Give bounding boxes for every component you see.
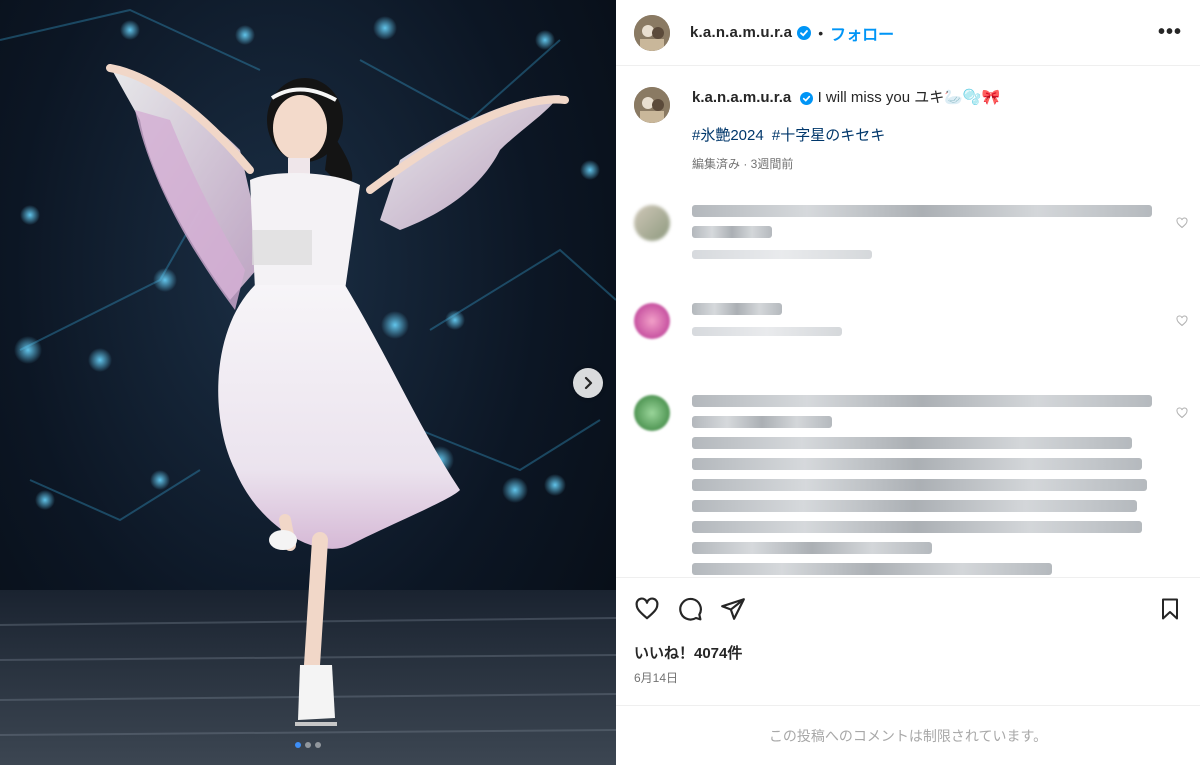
comment-avatar[interactable] bbox=[634, 303, 670, 339]
blurred-meta bbox=[692, 327, 842, 336]
blurred-text bbox=[692, 226, 772, 238]
post-panel: k.a.n.a.m.u.r.a • フォロー ••• k.a.n.a.m.u.r… bbox=[616, 0, 1200, 765]
chevron-right-icon bbox=[584, 376, 593, 390]
comment-avatar[interactable] bbox=[634, 395, 670, 431]
likes-count[interactable]: いいね！4074件 bbox=[634, 642, 1182, 663]
separator: • bbox=[818, 24, 824, 41]
caption-username[interactable]: k.a.n.a.m.u.r.a bbox=[692, 89, 791, 106]
hashtags: #氷艶2024 #十字星のキセキ bbox=[692, 125, 1182, 147]
more-options-icon[interactable]: ••• bbox=[1158, 21, 1182, 44]
caption-meta: 編集済み · 3週間前 bbox=[692, 157, 794, 171]
comment-icon[interactable] bbox=[677, 596, 703, 622]
comments-restricted-notice: この投稿へのコメントは制限されています。 bbox=[616, 705, 1200, 765]
blurred-text bbox=[692, 458, 1142, 470]
carousel-indicator bbox=[0, 742, 616, 748]
hashtag-link[interactable]: #氷艶2024 bbox=[692, 127, 764, 144]
comment-item bbox=[616, 303, 1200, 389]
carousel-dot-active bbox=[295, 742, 301, 748]
hashtag-link[interactable]: #十字星のキセキ bbox=[772, 127, 885, 144]
post-date[interactable]: 6月14日 bbox=[634, 669, 1182, 686]
blurred-text bbox=[692, 500, 1137, 512]
blurred-text bbox=[692, 479, 1147, 491]
share-icon[interactable] bbox=[720, 596, 746, 622]
comments-section[interactable]: k.a.n.a.m.u.r.a I will miss you ユキ🦢🫧🎀 #氷… bbox=[616, 67, 1200, 577]
heart-icon[interactable] bbox=[1176, 315, 1188, 327]
heart-icon[interactable] bbox=[1176, 407, 1188, 419]
caption-text: I will miss you ユキ🦢🫧🎀 bbox=[817, 89, 1001, 106]
post-header: k.a.n.a.m.u.r.a • フォロー ••• bbox=[616, 0, 1200, 66]
blurred-text bbox=[692, 563, 1052, 575]
next-image-button[interactable] bbox=[573, 368, 603, 398]
post-photo bbox=[0, 8, 616, 765]
blurred-text bbox=[692, 521, 1142, 533]
blurred-text bbox=[692, 416, 832, 428]
comment-item bbox=[616, 205, 1200, 297]
comment-item bbox=[616, 395, 1200, 577]
blurred-text bbox=[692, 395, 1152, 407]
caption-avatar[interactable] bbox=[634, 87, 670, 123]
blurred-text bbox=[692, 437, 1132, 449]
verified-badge-icon bbox=[800, 91, 814, 105]
comment-avatar[interactable] bbox=[634, 205, 670, 241]
avatar[interactable] bbox=[634, 14, 670, 51]
follow-button[interactable]: フォロー bbox=[830, 21, 894, 45]
carousel-dot bbox=[305, 742, 311, 748]
username[interactable]: k.a.n.a.m.u.r.a bbox=[690, 24, 792, 41]
blurred-meta bbox=[692, 250, 872, 259]
verified-badge-icon bbox=[797, 25, 812, 40]
heart-icon[interactable] bbox=[1176, 217, 1188, 229]
caption: k.a.n.a.m.u.r.a I will miss you ユキ🦢🫧🎀 #氷… bbox=[616, 67, 1200, 187]
blurred-text bbox=[692, 542, 932, 554]
post-media[interactable] bbox=[0, 0, 616, 765]
bookmark-icon[interactable] bbox=[1158, 596, 1182, 622]
blurred-text bbox=[692, 205, 1152, 217]
blurred-text bbox=[692, 303, 782, 315]
action-bar: いいね！4074件 6月14日 bbox=[616, 577, 1200, 705]
heart-icon[interactable] bbox=[634, 596, 660, 622]
carousel-dot bbox=[315, 742, 321, 748]
